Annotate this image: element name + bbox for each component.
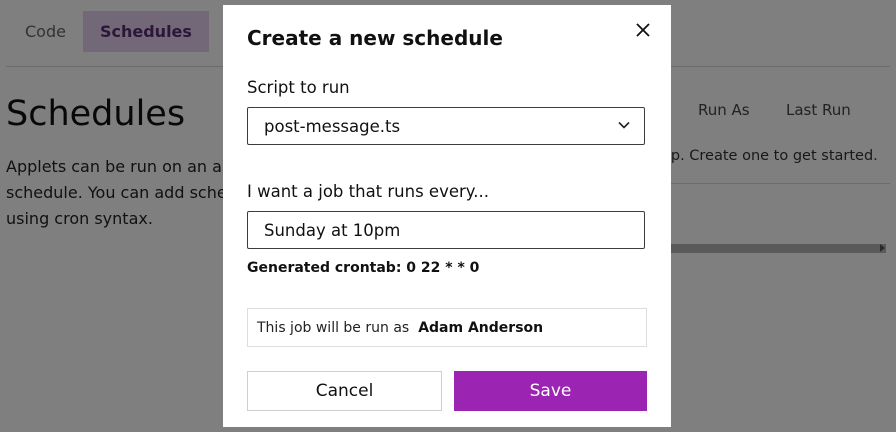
chevron-down-icon — [618, 121, 630, 129]
schedule-label: I want a job that runs every... — [247, 182, 489, 201]
script-select[interactable]: post-message.ts — [247, 107, 645, 145]
run-as-user: Adam Anderson — [418, 319, 544, 336]
run-as-prefix: This job will be run as — [257, 319, 410, 336]
script-select-value: post-message.ts — [264, 116, 401, 136]
dialog-title: Create a new schedule — [247, 26, 503, 50]
generated-crontab: Generated crontab: 0 22 * * 0 — [247, 260, 480, 276]
close-icon — [636, 23, 650, 37]
close-button[interactable] — [631, 18, 655, 42]
script-label: Script to run — [247, 78, 350, 97]
create-schedule-dialog: Create a new schedule Script to run post… — [223, 5, 671, 427]
schedule-input-value: Sunday at 10pm — [264, 220, 401, 240]
cancel-button[interactable]: Cancel — [247, 371, 442, 411]
schedule-input[interactable]: Sunday at 10pm — [247, 211, 645, 249]
run-as-info: This job will be run as Adam Anderson — [247, 308, 647, 347]
save-button[interactable]: Save — [454, 371, 647, 411]
